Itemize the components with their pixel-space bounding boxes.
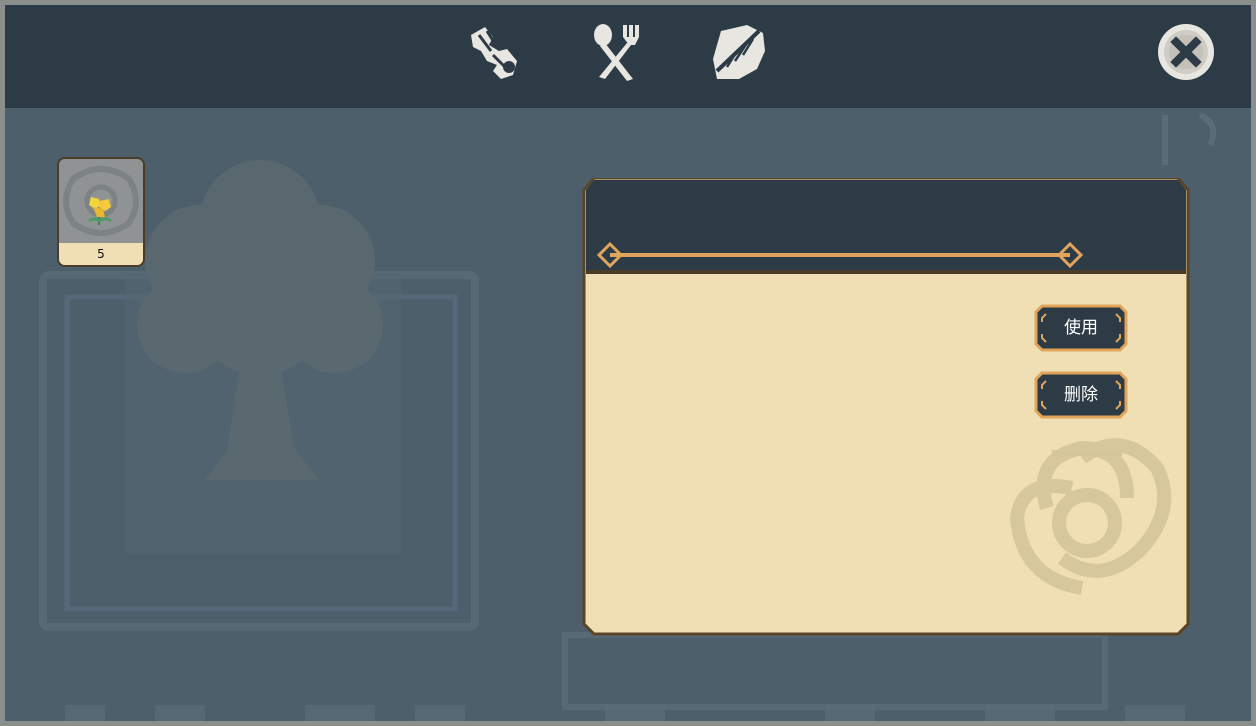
close-button[interactable] xyxy=(1155,21,1217,83)
tab-materials[interactable] xyxy=(705,19,771,85)
use-button[interactable]: 使用 xyxy=(1034,304,1128,352)
delete-button[interactable]: 删除 xyxy=(1034,371,1128,419)
close-icon xyxy=(1158,24,1214,80)
yellow-flower-icon xyxy=(88,197,112,225)
use-button-label: 使用 xyxy=(1064,318,1098,338)
delete-button-label: 删除 xyxy=(1064,385,1098,405)
herb-leaf-icon xyxy=(471,27,517,79)
fork-spoon-icon xyxy=(594,24,639,81)
item-count: 5 xyxy=(59,243,143,265)
inventory-slot[interactable]: 5 xyxy=(57,157,145,267)
tab-herbs[interactable] xyxy=(461,19,527,85)
feather-quill-icon xyxy=(713,25,765,79)
tab-food[interactable] xyxy=(583,19,649,85)
game-window: 5 使用 删除 xyxy=(5,5,1251,721)
slot-icon-area xyxy=(59,159,143,243)
